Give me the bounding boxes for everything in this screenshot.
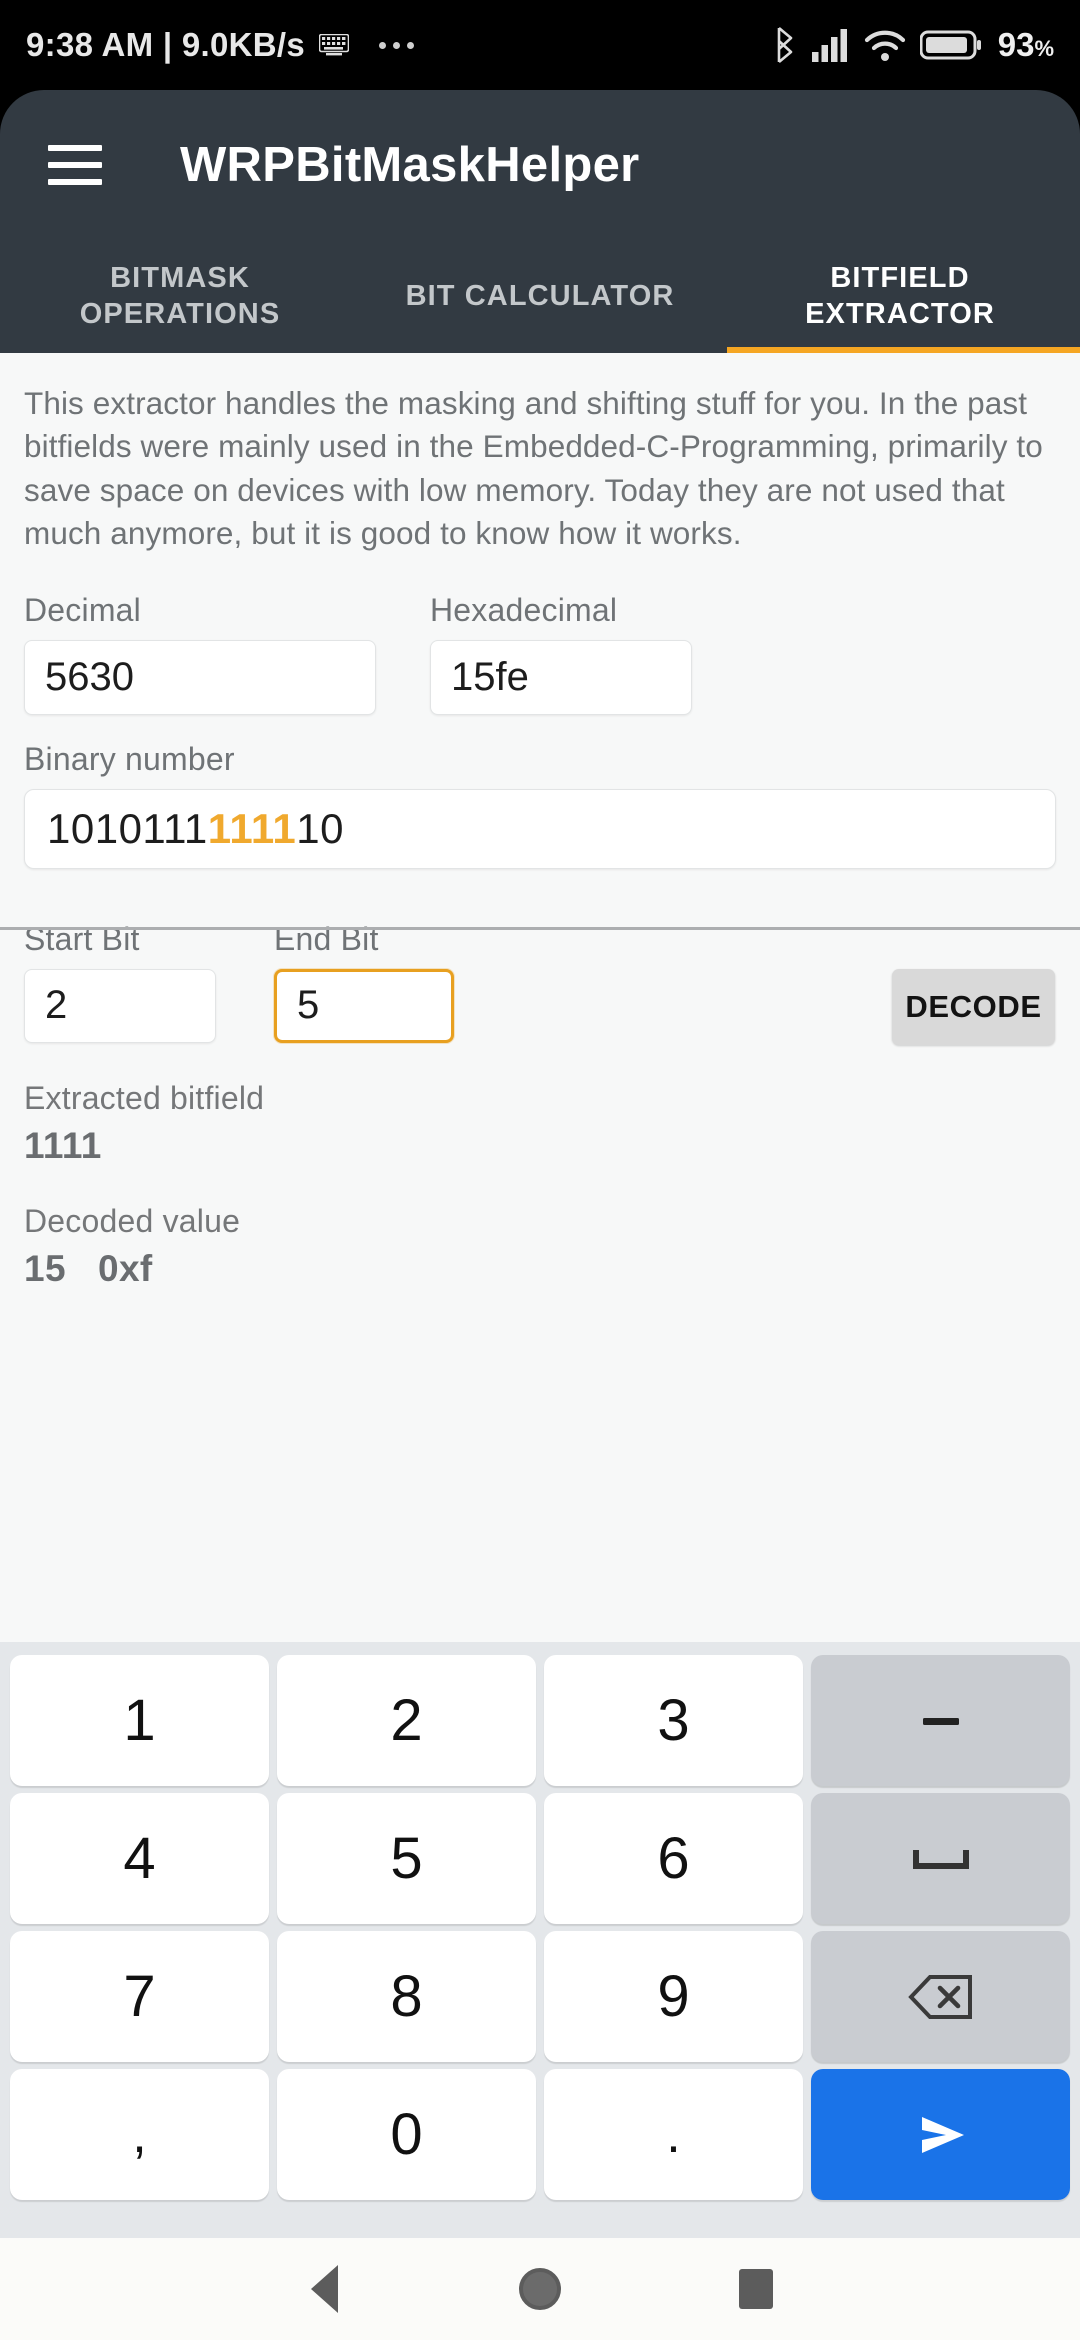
binary-suffix: 10 bbox=[296, 804, 344, 852]
keypad-row: , 0 . bbox=[6, 2067, 1074, 2202]
section-divider bbox=[0, 927, 1080, 930]
send-arrow-icon bbox=[906, 2107, 976, 2163]
end-bit-input[interactable]: 5 bbox=[274, 968, 454, 1043]
decoded-hex: 0xf bbox=[97, 1247, 153, 1289]
bluetooth-icon bbox=[772, 26, 798, 64]
status-clock: 9:38 AM | 9.0KB/s bbox=[26, 26, 306, 63]
key-2[interactable]: 2 bbox=[277, 1655, 536, 1786]
system-navigation-bar bbox=[0, 2238, 1080, 2340]
key-5[interactable]: 5 bbox=[277, 1793, 536, 1924]
extracted-bitfield-label: Extracted bitfield bbox=[24, 1079, 265, 1116]
battery-icon bbox=[919, 29, 982, 61]
key-4[interactable]: 4 bbox=[10, 1793, 269, 1924]
decoded-value-group: Decoded value 15 0xf bbox=[0, 1167, 1080, 1290]
decoded-value-value: 15 0xf bbox=[24, 1248, 1056, 1290]
keypad-row: 1 2 3 bbox=[6, 1653, 1074, 1788]
nav-recents-button[interactable] bbox=[648, 2269, 864, 2309]
phone-screen: 9:38 AM | 9.0KB/s 93% WRPBitMaskHelper B… bbox=[0, 0, 1080, 2340]
main-content: This extractor handles the masking and s… bbox=[0, 353, 1080, 1642]
tab-bitfield-extractor[interactable]: BITFIELD EXTRACTOR bbox=[720, 240, 1080, 353]
recents-square-icon bbox=[739, 2269, 773, 2309]
bit-range-row: Start Bit 2 End Bit 5 DECODE bbox=[0, 869, 1080, 1045]
wifi-icon bbox=[864, 28, 906, 62]
start-bit-group: Start Bit 2 bbox=[24, 921, 239, 1043]
hamburger-menu-icon[interactable] bbox=[48, 145, 102, 185]
space-icon bbox=[910, 1846, 972, 1872]
key-6[interactable]: 6 bbox=[544, 1793, 803, 1924]
key-1[interactable]: 1 bbox=[10, 1655, 269, 1786]
back-triangle-icon bbox=[310, 2265, 338, 2313]
key-7[interactable]: 7 bbox=[10, 1931, 269, 2062]
numeric-keypad: 1 2 3 4 5 6 7 8 9 , 0 . bbox=[0, 1642, 1080, 2238]
decoded-value-label: Decoded value bbox=[24, 1202, 241, 1239]
status-bar-left: 9:38 AM | 9.0KB/s bbox=[26, 26, 415, 64]
key-0[interactable]: 0 bbox=[277, 2069, 536, 2200]
key-comma[interactable]: , bbox=[10, 2069, 269, 2200]
extracted-bitfield-group: Extracted bitfield 1111 bbox=[0, 1045, 1080, 1167]
keypad-row: 4 5 6 bbox=[6, 1791, 1074, 1926]
nav-home-button[interactable] bbox=[432, 2268, 648, 2310]
binary-label: Binary number bbox=[24, 740, 235, 777]
start-bit-input[interactable]: 2 bbox=[24, 968, 216, 1043]
key-8[interactable]: 8 bbox=[277, 1931, 536, 2062]
tab-bar: BITMASK OPERATIONS BIT CALCULATOR BITFIE… bbox=[0, 240, 1080, 353]
battery-percent: 93% bbox=[997, 26, 1054, 63]
binary-field-group: Binary number 1010111 1111 10 bbox=[0, 715, 1080, 869]
decoded-decimal: 15 bbox=[24, 1247, 66, 1289]
more-dots-icon bbox=[379, 41, 415, 49]
status-bar-right: 93% bbox=[772, 26, 1054, 64]
status-bar: 9:38 AM | 9.0KB/s 93% bbox=[0, 0, 1080, 90]
keyboard-icon bbox=[319, 34, 350, 56]
tab-bitmask-operations[interactable]: BITMASK OPERATIONS bbox=[0, 240, 360, 353]
hexadecimal-input[interactable]: 15fe bbox=[430, 639, 692, 715]
hexadecimal-label: Hexadecimal bbox=[430, 591, 618, 628]
app-bar: WRPBitMaskHelper bbox=[0, 90, 1080, 240]
extracted-bitfield-value: 1111 bbox=[24, 1124, 102, 1166]
tab-bit-calculator[interactable]: BIT CALCULATOR bbox=[360, 240, 720, 353]
key-9[interactable]: 9 bbox=[544, 1931, 803, 2062]
minus-icon bbox=[915, 1711, 967, 1731]
decimal-input[interactable]: 5630 bbox=[24, 639, 376, 715]
hexadecimal-field-group: Hexadecimal 15fe bbox=[430, 592, 810, 715]
key-backspace[interactable] bbox=[811, 1931, 1070, 2062]
binary-input[interactable]: 1010111 1111 10 bbox=[24, 788, 1056, 869]
decode-button[interactable]: DECODE bbox=[892, 968, 1055, 1045]
decimal-field-group: Decimal 5630 bbox=[24, 592, 400, 715]
home-circle-icon bbox=[519, 2268, 561, 2310]
cellular-signal-icon bbox=[811, 28, 850, 62]
nav-back-button[interactable] bbox=[216, 2265, 432, 2313]
keypad-row: 7 8 9 bbox=[6, 1929, 1074, 2064]
key-minus[interactable] bbox=[811, 1655, 1070, 1786]
key-3[interactable]: 3 bbox=[544, 1655, 803, 1786]
key-space[interactable] bbox=[811, 1793, 1070, 1924]
key-send[interactable] bbox=[811, 2069, 1070, 2200]
app-title: WRPBitMaskHelper bbox=[180, 138, 640, 192]
binary-prefix: 1010111 bbox=[47, 804, 208, 852]
end-bit-group: End Bit 5 bbox=[274, 921, 554, 1043]
binary-highlighted-bits: 1111 bbox=[207, 804, 297, 852]
key-period[interactable]: . bbox=[544, 2069, 803, 2200]
extractor-description: This extractor handles the masking and s… bbox=[24, 385, 1043, 552]
decimal-hex-row: Decimal 5630 Hexadecimal 15fe bbox=[0, 556, 1080, 715]
backspace-icon bbox=[907, 1973, 974, 2021]
decimal-label: Decimal bbox=[24, 591, 141, 628]
